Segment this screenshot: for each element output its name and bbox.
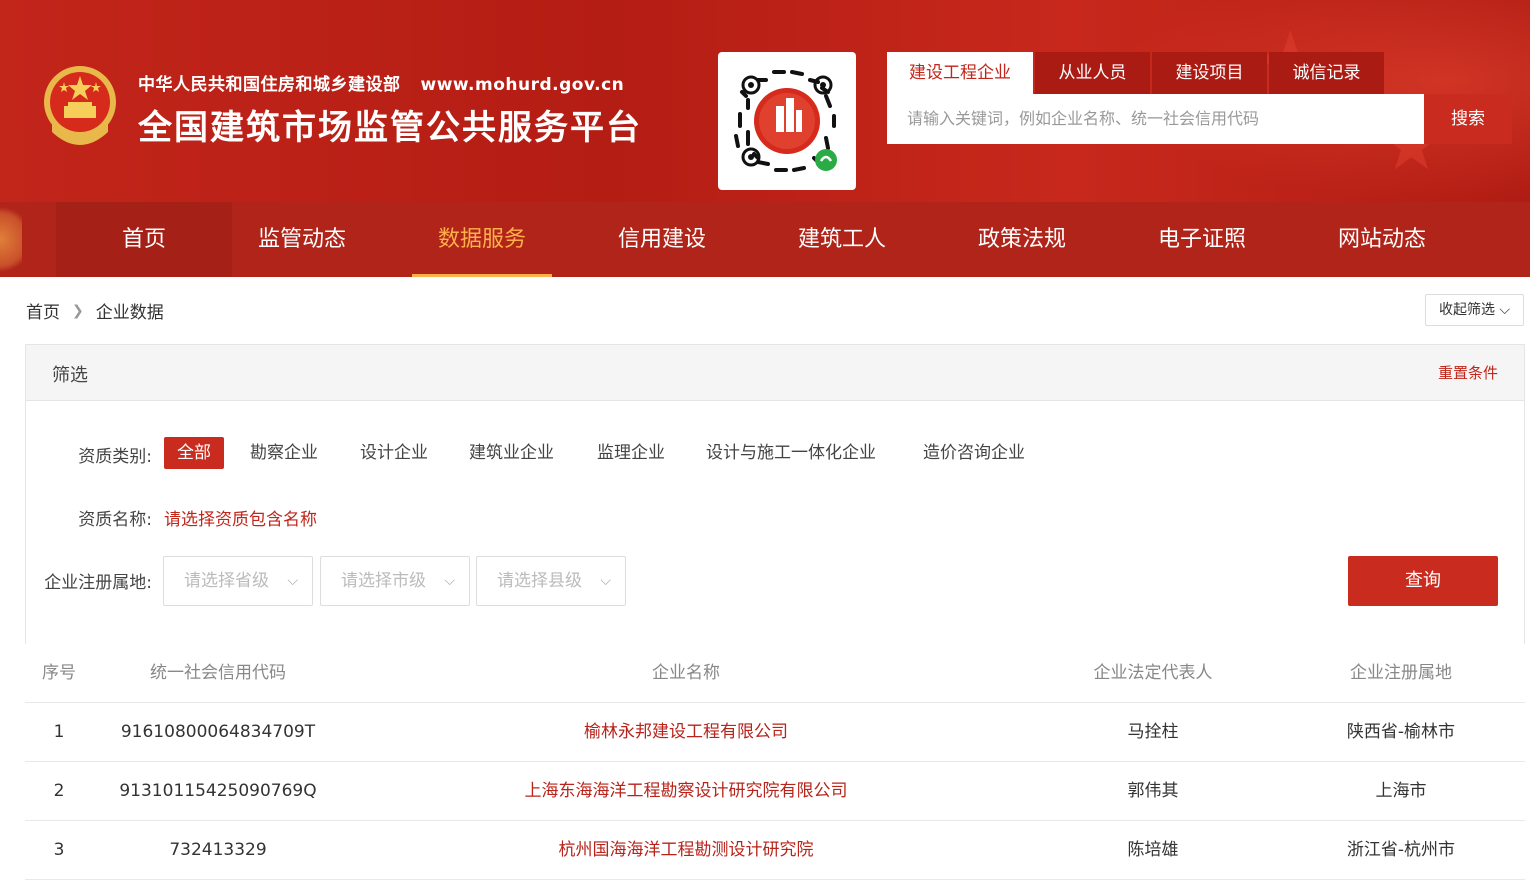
filter-title: 筛选: [52, 365, 88, 386]
table-row: 3 732413329 杭州国海海洋工程勘测设计研究院 陈培雄 浙江省-杭州市: [25, 821, 1525, 880]
qual-type-survey[interactable]: 勘察企业: [250, 437, 318, 469]
qr-code-icon: [734, 70, 837, 172]
nav-item-policies-regulations[interactable]: 政策法规: [952, 202, 1092, 277]
search-input[interactable]: 请输入关键词，例如企业名称、统一社会信用代码: [887, 94, 1424, 144]
search-tab-credit-records[interactable]: 诚信记录: [1269, 52, 1384, 94]
row-credit-code: 91310115425090769Q: [119, 781, 317, 801]
row-legal-rep: 陈培雄: [1127, 840, 1179, 860]
ministry-url[interactable]: www.mohurd.gov.cn: [421, 75, 625, 95]
company-table: 序号 统一社会信用代码 企业名称 企业法定代表人 企业注册属地 1 916108…: [25, 643, 1525, 880]
row-no: 1: [53, 722, 65, 742]
province-select[interactable]: 请选择省级 ⌵: [163, 556, 313, 606]
row-company-name-link[interactable]: 上海东海海洋工程勘察设计研究院有限公司: [343, 762, 1029, 821]
row-legal-rep: 郭伟其: [1127, 781, 1179, 801]
row-region: 浙江省-杭州市: [1346, 840, 1456, 860]
chevron-down-icon: ⌵: [287, 573, 298, 589]
row-no: 2: [53, 781, 65, 801]
city-select-text: 请选择市级: [341, 571, 426, 591]
qual-type-design-build[interactable]: 设计与施工一体化企业: [706, 437, 876, 469]
row-company-name-link[interactable]: 榆林永邦建设工程有限公司: [343, 703, 1029, 762]
breadcrumb-current: 企业数据: [95, 303, 164, 323]
chevron-down-icon: ⌵: [600, 573, 611, 589]
column-header-credit-code: 统一社会信用代码: [150, 663, 286, 683]
chevron-down-icon: ⌵: [444, 573, 455, 589]
reset-conditions-link[interactable]: 重置条件: [1438, 362, 1498, 383]
search-tabs: 建设工程企业 从业人员 建设项目 诚信记录: [887, 52, 1386, 94]
row-region: 上海市: [1375, 781, 1427, 801]
column-header-legal-rep: 企业法定代表人: [1093, 663, 1213, 683]
national-emblem-icon: [44, 66, 116, 145]
search-panel: 建设工程企业 从业人员 建设项目 诚信记录 请输入关键词，例如企业名称、统一社会…: [887, 52, 1512, 144]
qual-type-cost-consulting[interactable]: 造价咨询企业: [923, 437, 1025, 469]
nav-item-home[interactable]: 首页: [56, 202, 232, 277]
collapse-filter-button[interactable]: 收起筛选 ⌵: [1425, 294, 1524, 326]
chevron-right-icon: ❯: [72, 302, 84, 319]
qual-type-all[interactable]: 全部: [164, 437, 224, 469]
ministry-name-text: 中华人民共和国住房和城乡建设部: [138, 75, 401, 95]
collapse-filter-label: 收起筛选: [1438, 302, 1495, 318]
breadcrumb-home[interactable]: 首页: [26, 298, 60, 323]
qual-type-label: 资质类别:: [78, 447, 152, 467]
nav-item-data-services[interactable]: 数据服务: [412, 202, 552, 277]
table-row: 2 91310115425090769Q 上海东海海洋工程勘察设计研究院有限公司…: [25, 762, 1525, 821]
table-row: 1 91610800064834709T 榆林永邦建设工程有限公司 马拴柱 陕西…: [25, 703, 1525, 762]
row-no: 3: [53, 840, 65, 860]
platform-title: 全国建筑市场监管公共服务平台: [138, 108, 642, 148]
search-button[interactable]: 搜索: [1424, 94, 1512, 144]
column-header-region: 企业注册属地: [1350, 663, 1452, 683]
row-legal-rep: 马拴柱: [1127, 722, 1179, 742]
search-tab-companies[interactable]: 建设工程企业: [887, 52, 1033, 94]
nav-item-credit-construction[interactable]: 信用建设: [592, 202, 732, 277]
county-select[interactable]: 请选择县级 ⌵: [476, 556, 626, 606]
table-header-row: 序号 统一社会信用代码 企业名称 企业法定代表人 企业注册属地: [25, 643, 1525, 703]
row-credit-code: 91610800064834709T: [120, 722, 316, 742]
province-select-text: 请选择省级: [184, 571, 269, 591]
column-header-company-name: 企业名称: [652, 663, 720, 683]
city-select[interactable]: 请选择市级 ⌵: [320, 556, 470, 606]
site-header: ★ ★ 中华人民共和国住房和城乡建设部www.mohurd.gov.cn 全国建…: [0, 0, 1530, 202]
row-credit-code: 732413329: [169, 840, 267, 860]
nav-item-site-news[interactable]: 网站动态: [1312, 202, 1452, 277]
chevron-down-icon: ⌵: [1494, 302, 1511, 318]
row-region: 陕西省-榆林市: [1346, 722, 1456, 742]
ministry-name: 中华人民共和国住房和城乡建设部 www.mohurd.gov.cn: [138, 70, 624, 95]
main-nav: 首页 监管动态 数据服务 信用建设 建筑工人 政策法规 电子证照 网站动态: [0, 202, 1530, 277]
filter-header: 筛选 重置条件: [26, 345, 1524, 401]
column-header-no: 序号: [42, 663, 76, 683]
county-select-text: 请选择县级: [497, 571, 582, 591]
nav-item-supervision-news[interactable]: 监管动态: [232, 202, 372, 277]
search-tab-personnel[interactable]: 从业人员: [1035, 52, 1150, 94]
row-company-name-link[interactable]: 杭州国海海洋工程勘测设计研究院: [343, 821, 1029, 880]
qual-type-supervision[interactable]: 监理企业: [597, 437, 665, 469]
qual-name-selector[interactable]: 请选择资质包含名称: [164, 505, 317, 530]
mini-program-qr-code: [718, 52, 856, 190]
qual-type-construction[interactable]: 建筑业企业: [469, 437, 554, 469]
query-button[interactable]: 查询: [1348, 556, 1498, 606]
qual-name-label: 资质名称:: [78, 510, 152, 530]
search-tab-projects[interactable]: 建设项目: [1152, 52, 1267, 94]
region-label: 企业注册属地:: [44, 573, 152, 593]
nav-item-e-certificates[interactable]: 电子证照: [1132, 202, 1272, 277]
qual-type-design[interactable]: 设计企业: [360, 437, 428, 469]
nav-item-construction-workers[interactable]: 建筑工人: [772, 202, 912, 277]
breadcrumb: 首页 ❯ 企业数据: [26, 298, 164, 324]
